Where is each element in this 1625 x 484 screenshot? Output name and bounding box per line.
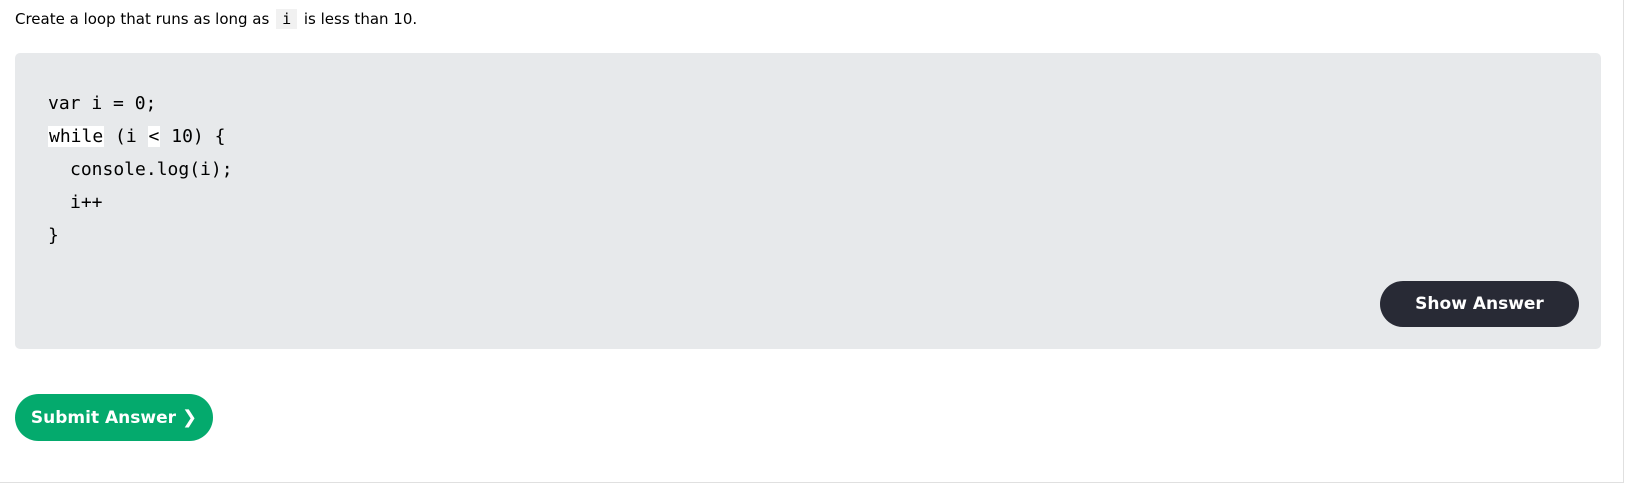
code-line-5: } [48,219,233,252]
show-answer-button[interactable]: Show Answer [1380,281,1579,327]
code-panel: var i = 0; while (i < 10) { console.log(i)… [15,53,1601,349]
inline-code-variable: i [276,9,298,29]
submit-answer-label: Submit Answer [30,407,176,428]
code-line-2-end: 10) { [160,126,226,147]
code-line-3-text: console.log(i); [70,159,233,180]
code-line-1: var i = 0; [48,87,233,120]
code-line-2: while (i < 10) { [48,120,233,153]
answer-field-while[interactable]: while [48,126,105,147]
answer-field-operator[interactable]: < [147,126,161,147]
code-line-1-text: var i = 0; [48,93,157,114]
chevron-right-icon: ❯ [182,406,198,428]
page-frame: Create a loop that runs as long as i is … [0,0,1624,483]
exercise-instruction: Create a loop that runs as long as i is … [15,8,417,30]
code-line-4-text: i++ [70,192,103,213]
code-line-4: i++ [48,186,233,219]
code-block: var i = 0; while (i < 10) { console.log(i)… [48,87,233,252]
submit-answer-button[interactable]: Submit Answer ❯ [15,394,213,441]
code-line-5-text: } [48,225,59,246]
instruction-text-after: is less than 10. [303,10,418,28]
code-line-3: console.log(i); [48,153,233,186]
instruction-text-before: Create a loop that runs as long as [15,10,270,28]
code-line-2-mid: (i [104,126,148,147]
